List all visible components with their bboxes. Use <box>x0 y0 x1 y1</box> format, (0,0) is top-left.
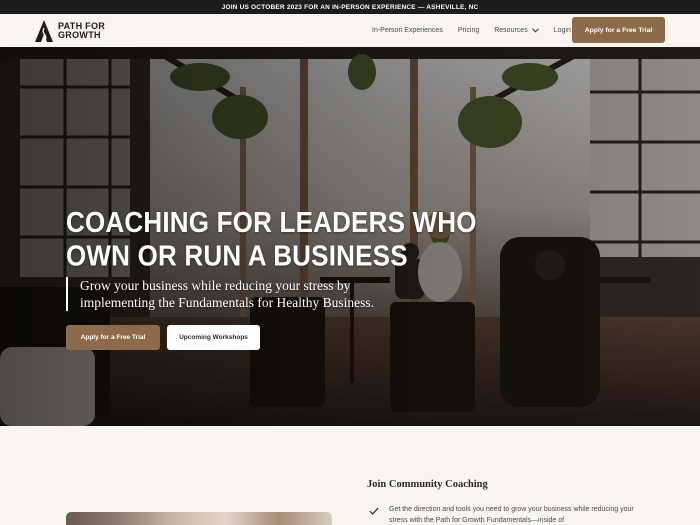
brand-logo[interactable]: PATH FOR GROWTH <box>34 19 105 43</box>
accent-divider <box>66 277 68 311</box>
feature-description: Get the direction and tools you need to … <box>389 506 634 524</box>
apply-free-trial-nav-button[interactable]: Apply for a Free Trial <box>572 17 665 43</box>
nav-link-login[interactable]: Login <box>554 27 571 34</box>
brand-name: PATH FOR GROWTH <box>58 21 106 40</box>
community-coaching-section: Join Community Coaching Get the directio… <box>0 426 700 525</box>
nav-link-label: Pricing <box>457 27 480 34</box>
nav-link-label: Resources <box>494 27 528 34</box>
nav-link-label: Login <box>553 27 571 34</box>
announcement-text: JOIN US OCTOBER 2023 FOR AN IN-PERSON EX… <box>221 3 479 11</box>
checkmark-icon <box>369 507 379 515</box>
nav-link-resources[interactable]: Resources <box>494 27 539 34</box>
hero-section: COACHING FOR LEADERS WHO OWN OR RUN A BU… <box>0 47 700 426</box>
section-heading: Join Community Coaching <box>367 479 488 490</box>
mountain-path-icon <box>35 20 53 43</box>
hero-title: COACHING FOR LEADERS WHO OWN OR RUN A BU… <box>66 205 477 273</box>
announcement-bar[interactable]: JOIN US OCTOBER 2023 FOR AN IN-PERSON EX… <box>0 0 700 14</box>
nav-link-in-person-experiences[interactable]: In-Person Experiences <box>372 27 443 34</box>
community-photo <box>66 512 332 525</box>
main-menu: In-Person Experiences Pricing Resources … <box>372 14 586 47</box>
chevron-down-icon <box>531 28 539 33</box>
apply-free-trial-button[interactable]: Apply for a Free Trial <box>66 325 160 350</box>
nav-link-pricing[interactable]: Pricing <box>458 27 479 34</box>
hero-subtitle: Grow your business while reducing your s… <box>80 278 374 310</box>
upcoming-workshops-button[interactable]: Upcoming Workshops <box>167 325 260 350</box>
top-navigation: PATH FOR GROWTH In-Person Experiences Pr… <box>0 14 700 47</box>
nav-link-label: In-Person Experiences <box>372 27 443 34</box>
